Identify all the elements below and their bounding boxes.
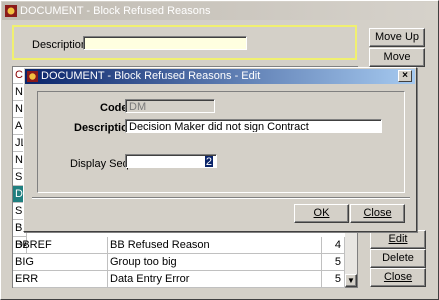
row-description: Group too big <box>108 254 322 271</box>
ok-button[interactable]: OK <box>294 204 349 223</box>
row-description: BB Refused Reason <box>108 237 322 254</box>
edit-button[interactable]: Edit <box>370 230 426 249</box>
move-up-label: Move Up <box>374 31 420 43</box>
edit-dialog: DOCUMENT - Block Refused Reasons - Edit … <box>23 67 417 232</box>
close-main-button[interactable]: Close <box>370 268 426 287</box>
dialog-close-button[interactable]: Close <box>350 204 405 223</box>
row-description: Data Entry Error <box>108 271 322 288</box>
search-input[interactable] <box>83 36 247 50</box>
delete-button[interactable]: Delete <box>370 249 426 268</box>
edit-label: Edit <box>388 233 408 245</box>
ok-label: OK <box>313 207 330 219</box>
app-icon <box>5 5 17 17</box>
row-seq: 5 <box>322 254 345 271</box>
display-seq-field[interactable]: 2 <box>125 154 217 168</box>
display-seq-label: Display Seq. <box>70 158 132 170</box>
row-seq: 4 <box>322 237 345 254</box>
dialog-app-icon <box>27 71 38 82</box>
table-row[interactable]: ERR Data Entry Error 5 <box>13 271 345 288</box>
search-label: Description <box>32 39 88 51</box>
row-code: ERR <box>13 271 108 288</box>
description-field[interactable]: Decision Maker did not sign Contract <box>125 119 382 133</box>
move-down-button[interactable]: Move Down <box>369 48 425 80</box>
row-code: BIG <box>13 254 108 271</box>
scroll-down-button[interactable]: ▼ <box>345 274 357 287</box>
dialog-separator <box>32 197 410 199</box>
main-title: DOCUMENT - Block Refused Reasons <box>20 5 211 17</box>
table-row[interactable]: BBREF BB Refused Reason 4 <box>13 237 345 254</box>
dialog-form-panel <box>37 91 405 193</box>
dialog-titlebar: DOCUMENT - Block Refused Reasons - Edit <box>25 69 415 84</box>
code-label: Code <box>100 102 128 114</box>
row-code: BBREF <box>13 237 108 254</box>
dialog-title: DOCUMENT - Block Refused Reasons - Edit <box>41 70 261 82</box>
move-up-button[interactable]: Move Up <box>369 28 425 47</box>
dialog-close-icon[interactable]: × <box>398 70 412 82</box>
arrow-down-icon: ▼ <box>347 276 355 285</box>
code-field: DM <box>125 99 215 113</box>
display-seq-value: 2 <box>204 156 213 168</box>
table-row[interactable]: BIG Group too big 5 <box>13 254 345 271</box>
row-seq: 5 <box>322 271 345 288</box>
dialog-close-label: Close <box>363 207 392 219</box>
main-titlebar: DOCUMENT - Block Refused Reasons <box>2 2 437 20</box>
close-main-label: Close <box>383 271 413 283</box>
delete-label: Delete <box>382 252 414 264</box>
